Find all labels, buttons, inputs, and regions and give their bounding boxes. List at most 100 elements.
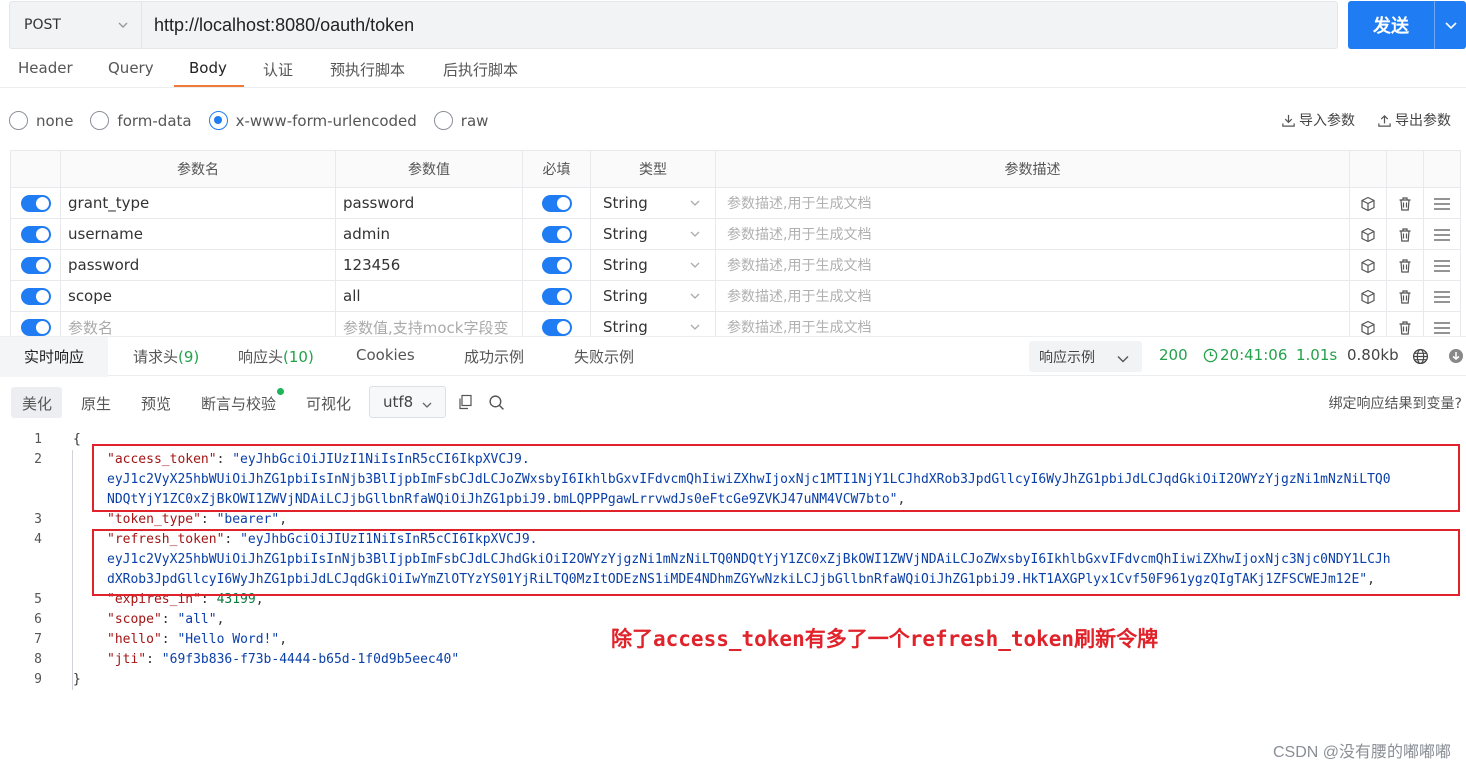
param-description[interactable]: 参数描述,用于生成文档 [715, 218, 1350, 250]
response-example-select[interactable]: 响应示例 [1029, 341, 1142, 372]
drag-cell [1423, 187, 1461, 219]
globe-icon[interactable] [1412, 348, 1429, 365]
method-select[interactable]: POST [10, 2, 142, 48]
url-input[interactable]: http://localhost:8080/oauth/token [142, 15, 414, 36]
tab-raw[interactable]: 原生 [81, 393, 111, 414]
drag-handle-icon[interactable] [1433, 196, 1451, 212]
param-description[interactable]: 参数描述,用于生成文档 [715, 249, 1350, 281]
cube-icon[interactable] [1360, 196, 1376, 212]
tab-response-headers[interactable]: 响应头(10) [238, 346, 314, 367]
annotation-text: 除了access_token有多了一个refresh_token刷新令牌 [611, 627, 1159, 651]
tab-header[interactable]: Header [18, 59, 73, 77]
response-bar: 实时响应 请求头(9) 响应头(10) Cookies 成功示例 失败示例 响应… [0, 336, 1466, 377]
param-value[interactable]: all [335, 280, 523, 312]
trash-icon[interactable] [1397, 227, 1413, 243]
cube-icon[interactable] [1360, 320, 1376, 336]
tab-fail-example[interactable]: 失败示例 [574, 346, 634, 367]
line-number: 6 [34, 612, 42, 627]
copy-icon[interactable] [457, 394, 473, 410]
required-toggle[interactable] [541, 288, 572, 305]
param-value[interactable]: password [335, 187, 523, 219]
chevron-down-icon [1444, 22, 1457, 30]
param-name[interactable]: username [60, 218, 336, 250]
required-toggle[interactable] [541, 226, 572, 243]
radio-form-data[interactable]: form-data [90, 111, 192, 130]
enable-toggle[interactable] [20, 226, 51, 243]
drag-handle-icon[interactable] [1433, 320, 1451, 336]
tab-preview[interactable]: 预览 [141, 393, 171, 414]
param-name[interactable]: password [60, 249, 336, 281]
param-name[interactable]: grant_type [60, 187, 336, 219]
send-button[interactable]: 发送 [1348, 1, 1466, 49]
enable-toggle[interactable] [20, 195, 51, 212]
trash-icon[interactable] [1397, 320, 1413, 336]
bind-to-variable-link[interactable]: 绑定响应结果到变量? [1329, 393, 1462, 413]
tab-pretty[interactable]: 美化 [22, 393, 52, 414]
trash-icon[interactable] [1397, 196, 1413, 212]
required-toggle[interactable] [541, 195, 572, 212]
param-description[interactable]: 参数描述,用于生成文档 [715, 280, 1350, 312]
chevron-down-icon [1117, 356, 1129, 363]
tab-success-example[interactable]: 成功示例 [464, 346, 524, 367]
radio-label: x-www-form-urlencoded [235, 111, 417, 130]
enable-toggle[interactable] [20, 257, 51, 274]
line-number: 2 [34, 452, 42, 467]
enable-toggle[interactable] [20, 319, 51, 336]
type-select[interactable]: String [590, 187, 716, 219]
download-icon[interactable] [1448, 348, 1464, 364]
drag-handle-icon[interactable] [1433, 258, 1451, 274]
send-dropdown-button[interactable] [1435, 17, 1466, 33]
access-token-highlight-box [92, 444, 1460, 512]
drag-handle-icon[interactable] [1433, 289, 1451, 305]
required-toggle[interactable] [541, 257, 572, 274]
radio-none[interactable]: none [9, 111, 73, 130]
tab-request-headers[interactable]: 请求头(9) [133, 346, 199, 367]
export-params-button[interactable]: 导出参数 [1377, 110, 1451, 130]
col-value: 参数值 [335, 150, 523, 188]
line-number: 8 [34, 652, 42, 667]
type-select[interactable]: String [590, 218, 716, 250]
radio-label: raw [460, 111, 489, 130]
method-label: POST [24, 17, 61, 33]
import-params-button[interactable]: 导入参数 [1281, 110, 1355, 130]
param-value[interactable]: admin [335, 218, 523, 250]
tab-visualize[interactable]: 可视化 [306, 393, 351, 414]
table-row: scope all String 参数描述,用于生成文档 [10, 280, 1461, 312]
tab-query[interactable]: Query [108, 59, 154, 77]
cube-icon[interactable] [1360, 227, 1376, 243]
tab-pre-script[interactable]: 预执行脚本 [330, 59, 405, 80]
tab-realtime-response[interactable]: 实时响应 [24, 346, 84, 367]
json-string: "bearer" [216, 512, 280, 527]
mock-cell [1349, 187, 1387, 219]
encoding-select[interactable]: utf8 [369, 386, 446, 418]
param-value[interactable]: 123456 [335, 249, 523, 281]
col-toggle [10, 150, 61, 188]
status-code: 200 [1159, 346, 1188, 364]
drag-handle-icon[interactable] [1433, 227, 1451, 243]
tab-body[interactable]: Body [189, 59, 227, 77]
radio-raw[interactable]: raw [433, 111, 489, 130]
radio-urlencoded[interactable]: x-www-form-urlencoded [208, 111, 417, 130]
type-label: String [603, 225, 648, 243]
enable-toggle[interactable] [20, 288, 51, 305]
type-select[interactable]: String [590, 249, 716, 281]
col-name: 参数名 [60, 150, 336, 188]
cube-icon[interactable] [1360, 258, 1376, 274]
tab-assertions[interactable]: 断言与校验 [201, 393, 276, 414]
param-name[interactable]: scope [60, 280, 336, 312]
col-action-2 [1386, 150, 1424, 188]
type-label: String [603, 318, 648, 336]
tab-post-script[interactable]: 后执行脚本 [443, 59, 518, 80]
cube-icon[interactable] [1360, 289, 1376, 305]
tab-cookies[interactable]: Cookies [356, 346, 415, 364]
trash-icon[interactable] [1397, 258, 1413, 274]
delete-cell [1386, 249, 1424, 281]
enable-toggle-cell [10, 218, 61, 250]
response-time: 20:41:06 [1203, 346, 1287, 364]
param-description[interactable]: 参数描述,用于生成文档 [715, 187, 1350, 219]
type-select[interactable]: String [590, 280, 716, 312]
search-icon[interactable] [488, 394, 505, 411]
tab-auth[interactable]: 认证 [263, 59, 293, 80]
required-toggle[interactable] [541, 319, 572, 336]
trash-icon[interactable] [1397, 289, 1413, 305]
